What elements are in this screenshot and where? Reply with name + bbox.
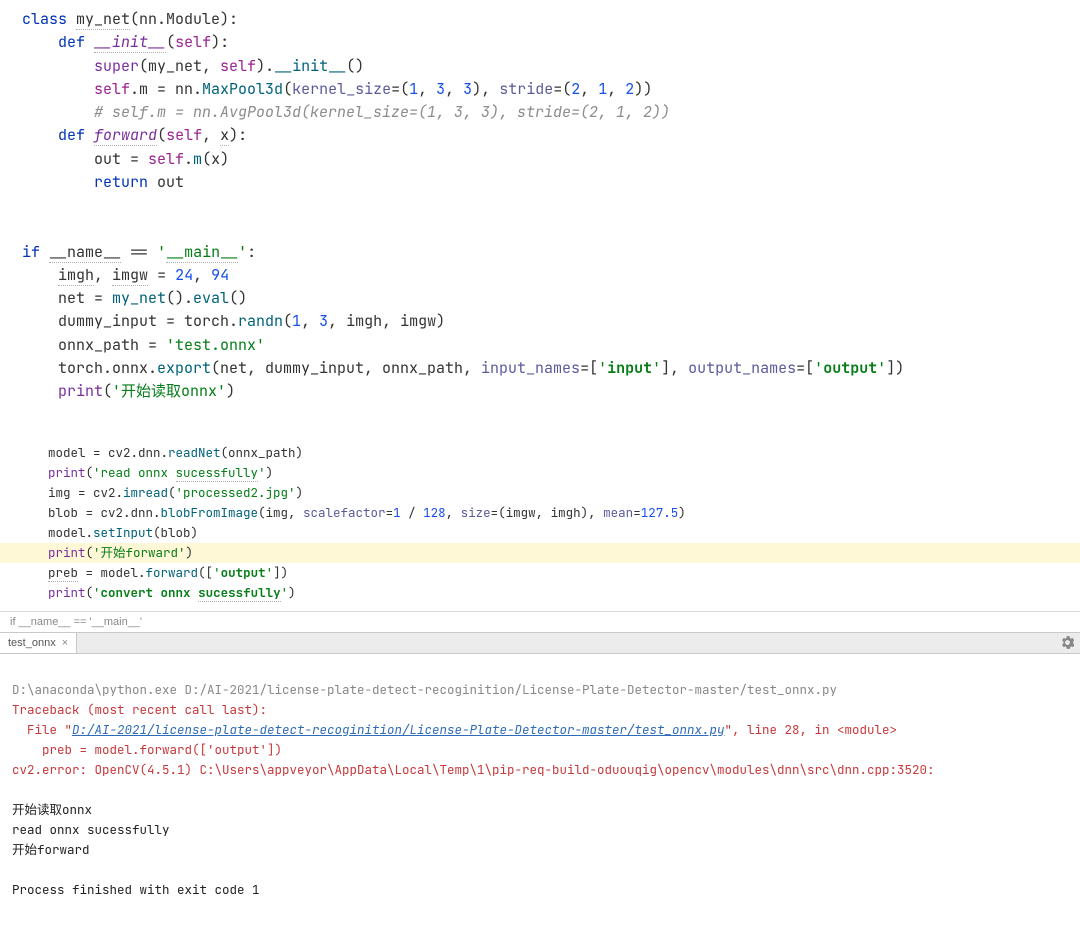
stdout-line: 开始forward — [12, 841, 90, 858]
stdout-line: read onnx sucessfully — [12, 821, 170, 838]
error-line: cv2.error: OpenCV(4.5.1) C:\Users\appvey… — [12, 761, 935, 778]
breadcrumb-text: if __name__ == '__main__' — [10, 616, 142, 628]
run-tab[interactable]: test_onnx × — [0, 633, 77, 653]
gear-icon[interactable] — [1061, 636, 1074, 649]
traceback-code: preb = model.forward(['output']) — [12, 741, 282, 758]
breadcrumb[interactable]: if __name__ == '__main__' — [0, 611, 1080, 632]
stdout-line: 开始读取onnx — [12, 801, 92, 818]
code-editor[interactable]: class my_net(nn.Module): def __init__(se… — [0, 0, 1080, 435]
close-icon[interactable]: × — [62, 637, 68, 649]
traceback-file-line: File "D:/AI-2021/license-plate-detect-re… — [12, 721, 897, 738]
highlighted-line: print('开始forward') — [0, 543, 1080, 563]
console-output[interactable]: D:\anaconda\python.exe D:/AI-2021/licens… — [0, 654, 1080, 906]
console-cmd: D:\anaconda\python.exe D:/AI-2021/licens… — [12, 681, 837, 698]
code-editor-lower[interactable]: model = cv2.dnn.readNet(onnx_path) print… — [0, 435, 1080, 611]
traceback-header: Traceback (most recent call last): — [12, 701, 267, 718]
exit-line: Process finished with exit code 1 — [12, 881, 260, 898]
run-tool-tabbar: test_onnx × — [0, 632, 1080, 654]
run-tab-label: test_onnx — [8, 637, 56, 649]
traceback-file-link[interactable]: D:/AI-2021/license-plate-detect-recogini… — [72, 721, 725, 738]
